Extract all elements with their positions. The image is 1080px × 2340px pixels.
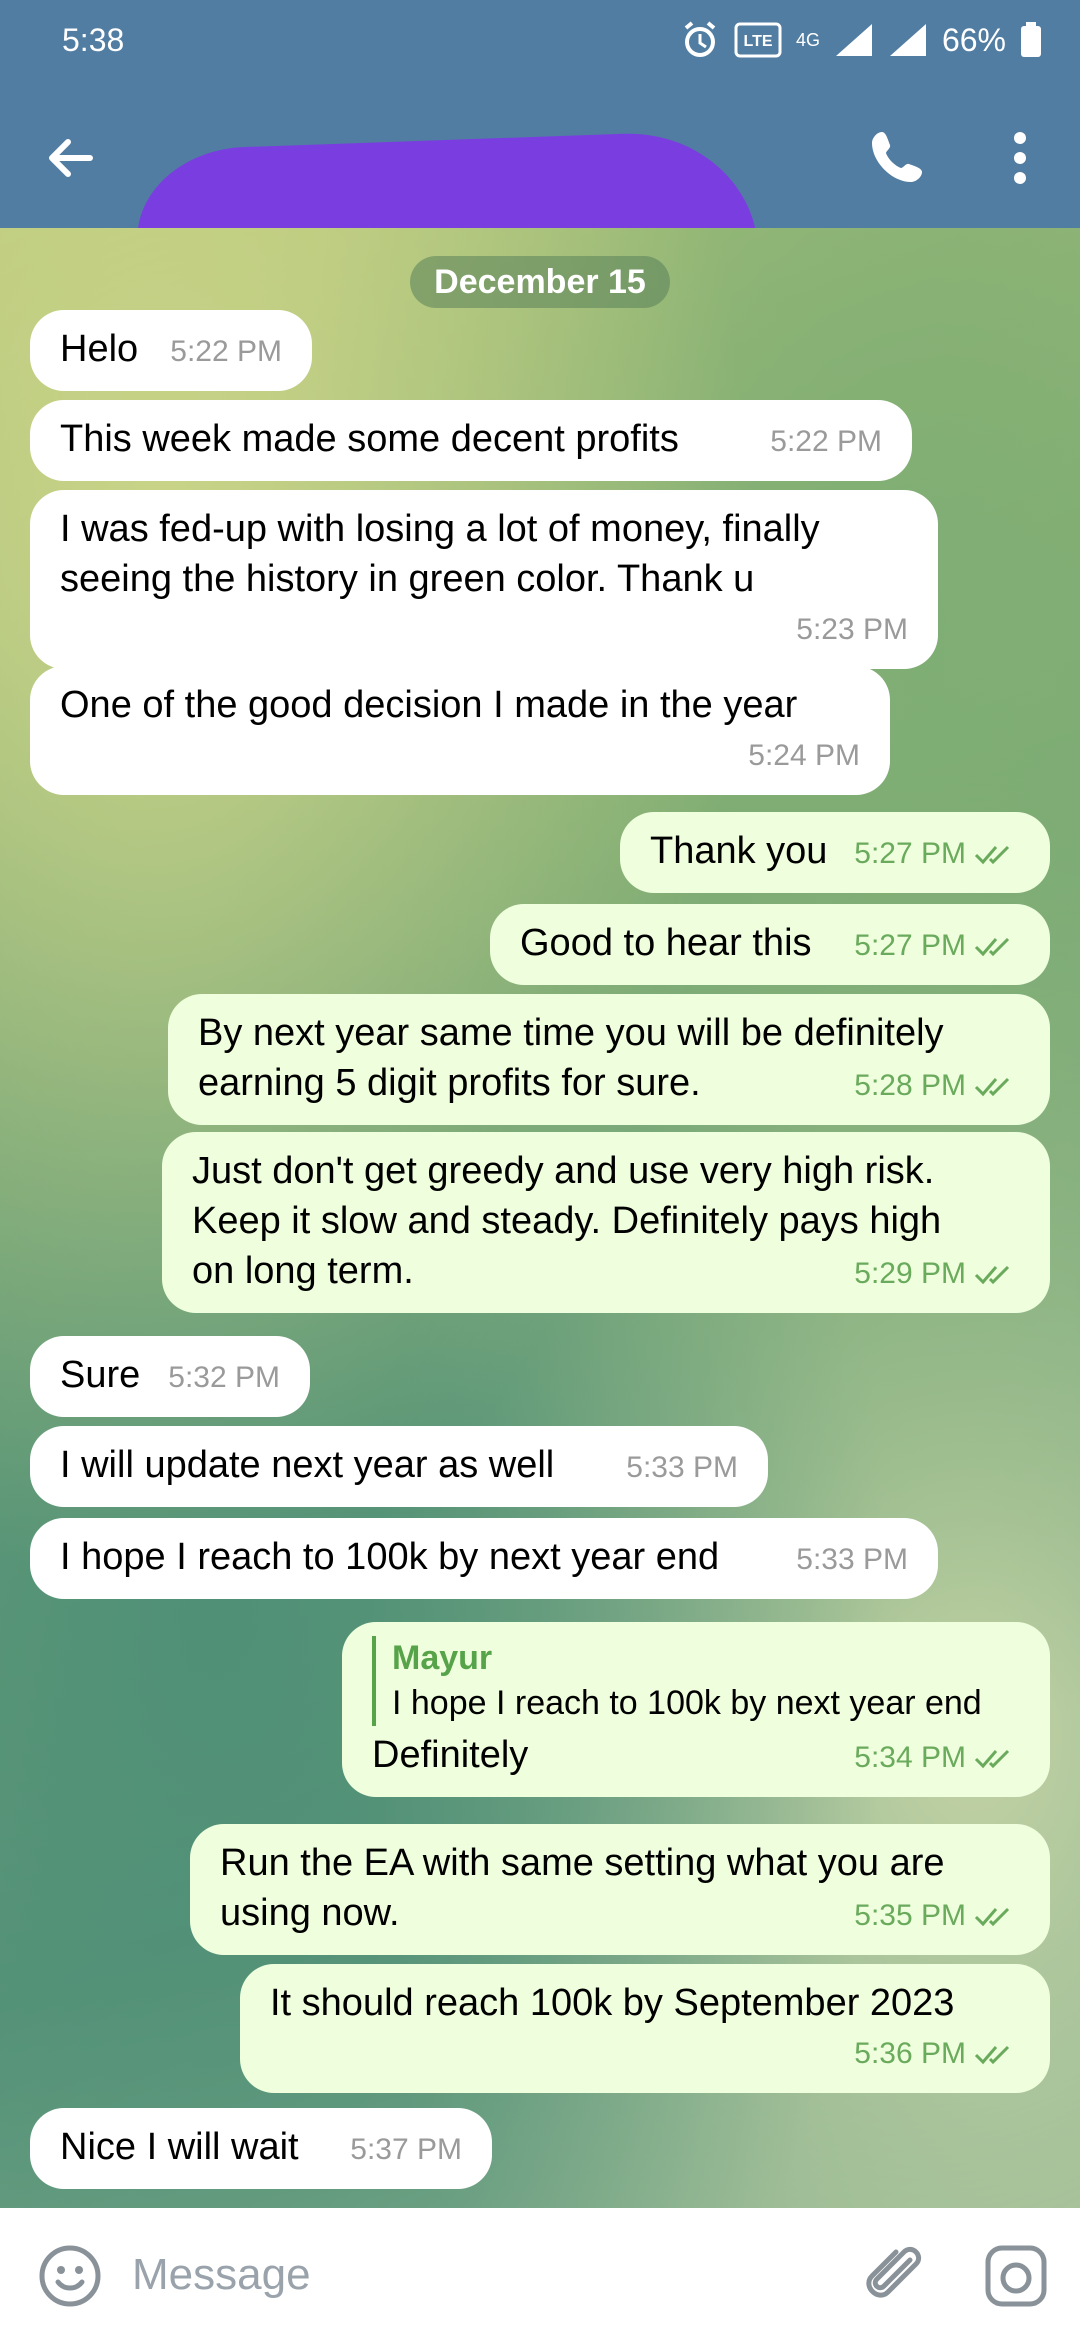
message-text: Sure: [60, 1354, 141, 1396]
message-outgoing[interactable]: Thank you 5:27 PM: [620, 812, 1050, 893]
status-time: 5:38: [62, 22, 125, 58]
message-outgoing[interactable]: Just don't get greedy and use very high …: [162, 1132, 1050, 1313]
message-incoming[interactable]: Helo 5:22 PM: [30, 310, 312, 391]
phone-call-icon[interactable]: [862, 122, 932, 192]
message-text: Nice I will wait: [60, 2126, 299, 2168]
camera-icon[interactable]: [984, 2244, 1048, 2308]
network-type: 4G: [795, 29, 820, 50]
message-outgoing[interactable]: Good to hear this 5:27 PM: [490, 904, 1050, 985]
signal-icon: [835, 24, 872, 56]
message-time: 5:37 PM: [350, 2133, 462, 2166]
message-time: 5:22 PM: [170, 335, 282, 368]
message-time: 5:23 PM: [796, 613, 908, 646]
message-text: One of the good decision I made in the y…: [60, 684, 798, 726]
double-check-icon: [974, 1908, 1010, 1927]
message-incoming[interactable]: Nice I will wait 5:37 PM: [30, 2108, 492, 2189]
message-text-line: earning 5 digit profits for sure.: [198, 1062, 701, 1104]
message-composer: Message: [0, 2208, 1080, 2340]
double-check-icon: [974, 938, 1010, 957]
emoji-icon[interactable]: [38, 2244, 102, 2308]
message-text: Thank you: [650, 830, 828, 872]
double-check-icon: [974, 1078, 1010, 1097]
message-time: 5:24 PM: [748, 739, 860, 772]
message-outgoing[interactable]: It should reach 100k by September 2023 5…: [240, 1964, 1050, 2093]
status-bar: 5:38 LTE 4G 66%: [0, 0, 1080, 88]
message-time: 5:35 PM: [854, 1899, 966, 1932]
back-arrow-icon[interactable]: [40, 128, 100, 188]
message-incoming[interactable]: This week made some decent profits 5:22 P…: [30, 400, 912, 481]
message-text-line: using now.: [220, 1892, 400, 1934]
message-text-line: Keep it slow and steady. Definitely pays…: [192, 1200, 942, 1242]
message-text-line: By next year same time you will be defin…: [198, 1012, 944, 1054]
message-text: Helo: [60, 328, 139, 370]
message-outgoing[interactable]: Run the EA with same setting what you ar…: [190, 1824, 1050, 1955]
message-text-line: seeing the history in green color. Thank…: [60, 558, 755, 600]
message-input[interactable]: Message: [132, 2250, 311, 2300]
message-incoming[interactable]: I was fed-up with losing a lot of money,…: [30, 490, 938, 669]
message-text-line: Run the EA with same setting what you ar…: [220, 1842, 945, 1884]
message-incoming[interactable]: I hope I reach to 100k by next year end 5…: [30, 1518, 938, 1599]
message-time: 5:27 PM: [854, 837, 966, 870]
message-time: 5:33 PM: [626, 1451, 738, 1484]
double-check-icon: [974, 1750, 1010, 1769]
double-check-icon: [974, 2046, 1010, 2065]
message-outgoing-reply[interactable]: Mayur I hope I reach to 100k by next yea…: [342, 1622, 1050, 1797]
message-text-line: Just don't get greedy and use very high …: [192, 1150, 935, 1192]
chat-header: [0, 88, 1080, 381]
alarm-icon: [684, 21, 716, 57]
svg-text:LTE: LTE: [743, 33, 772, 50]
signal-icon-2: [889, 24, 926, 56]
message-text-line: on long term.: [192, 1250, 414, 1292]
reply-author: Mayur: [392, 1639, 493, 1677]
message-time: 5:27 PM: [854, 929, 966, 962]
double-check-icon: [974, 1266, 1010, 1285]
more-options-icon[interactable]: [1000, 128, 1040, 188]
volte-icon: LTE: [734, 22, 782, 58]
message-time: 5:33 PM: [796, 1543, 908, 1576]
message-text: I hope I reach to 100k by next year end: [60, 1536, 720, 1578]
attach-paperclip-icon[interactable]: [862, 2238, 928, 2310]
reply-quote[interactable]: Mayur I hope I reach to 100k by next yea…: [372, 1636, 1020, 1726]
message-incoming[interactable]: One of the good decision I made in the y…: [30, 666, 890, 795]
message-text: It should reach 100k by September 2023: [270, 1982, 955, 2024]
message-incoming[interactable]: Sure 5:32 PM: [30, 1336, 310, 1417]
chat-area[interactable]: December 15 Helo 5:22 PM This week made s…: [0, 228, 1080, 2208]
message-time: 5:36 PM: [854, 2037, 966, 2070]
message-time: 5:34 PM: [854, 1741, 966, 1774]
message-text-line: I was fed-up with losing a lot of money,…: [60, 508, 820, 550]
message-time: 5:22 PM: [770, 425, 882, 458]
message-text: Good to hear this: [520, 922, 812, 964]
reply-text: I hope I reach to 100k by next year end: [392, 1684, 982, 1722]
message-text: I will update next year as well: [60, 1444, 555, 1486]
date-separator: December 15: [410, 256, 670, 308]
message-incoming[interactable]: I will update next year as well 5:33 PM: [30, 1426, 768, 1507]
message-text: This week made some decent profits: [60, 418, 679, 460]
message-text: Definitely: [372, 1734, 529, 1776]
double-check-icon: [974, 846, 1010, 865]
message-time: 5:32 PM: [168, 1361, 280, 1394]
message-outgoing[interactable]: By next year same time you will be defin…: [168, 994, 1050, 1125]
message-time: 5:29 PM: [854, 1257, 966, 1290]
battery-icon: [1021, 22, 1041, 57]
status-icons: LTE 4G 66%: [680, 20, 1042, 60]
message-time: 5:28 PM: [854, 1069, 966, 1102]
battery-percent: 66%: [941, 21, 1006, 58]
